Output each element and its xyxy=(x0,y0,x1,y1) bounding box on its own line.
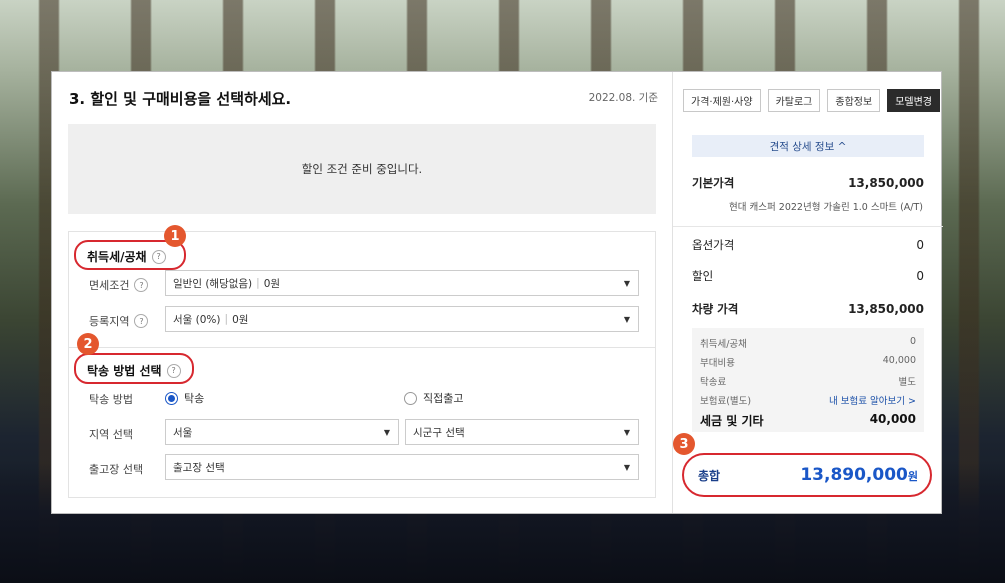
price-basis-date: 2022.08. 기준 xyxy=(588,92,658,104)
area-label: 지역 선택 xyxy=(89,428,133,441)
discount-row: 할인 0 xyxy=(692,269,924,283)
city-select[interactable]: 서울 ▼ xyxy=(165,419,399,445)
radio-unselected-icon xyxy=(404,391,417,405)
caret-down-icon: ▼ xyxy=(623,279,630,288)
vehicle-price-row: 차량 가격 13,850,000 xyxy=(692,302,924,316)
tax-item-row: 탁송료 별도 xyxy=(700,377,916,388)
option-price-row: 옵션가격 0 xyxy=(692,238,924,252)
model-description: 현대 캐스퍼 2022년형 가솔린 1.0 스마트 (A/T) xyxy=(729,202,923,213)
region-label: 등록지역 ? xyxy=(89,313,149,329)
depot-label: 출고장 선택 xyxy=(89,463,144,476)
tab-catalog[interactable]: 카탈로그 xyxy=(767,89,821,112)
total-price-box: 총합 13,890,000원 xyxy=(682,453,932,497)
left-column: 3. 할인 및 구매비용을 선택하세요. 2022.08. 기준 할인 조건 준… xyxy=(52,72,672,513)
total-price-value: 13,890,000 xyxy=(800,465,908,485)
tax-item-row: 보험료(별도) 내 보험료 알아보기 > xyxy=(700,393,916,407)
caret-down-icon: ▼ xyxy=(623,463,630,472)
insurance-link[interactable]: 내 보험료 알아보기 > xyxy=(829,393,916,407)
page-title: 3. 할인 및 구매비용을 선택하세요. xyxy=(69,90,292,108)
right-column: 가격·제원·사양 카탈로그 종합정보 모델변경 견적 상세 정보 ^ 기본가격 … xyxy=(672,72,943,513)
delivery-method-label: 탁송 방법 xyxy=(89,393,133,406)
help-icon[interactable]: ? xyxy=(134,314,149,328)
caret-down-icon: ▼ xyxy=(623,315,630,324)
district-select[interactable]: 시군구 선택 ▼ xyxy=(405,419,639,445)
tab-change-model[interactable]: 모델변경 xyxy=(887,89,940,112)
exemption-label: 면세조건 ? xyxy=(89,277,149,293)
tax-item-row: 부대비용 40,000 xyxy=(700,355,916,369)
discount-notice-text: 할인 조건 준비 중입니다. xyxy=(301,162,423,176)
tab-overview[interactable]: 종합정보 xyxy=(827,89,881,112)
tab-price-spec[interactable]: 가격·제원·사양 xyxy=(683,89,761,112)
caret-down-icon: ▼ xyxy=(383,428,390,437)
divider xyxy=(673,226,943,227)
highlight-oval xyxy=(74,353,194,384)
caret-down-icon: ▼ xyxy=(623,428,630,437)
estimate-detail-toggle[interactable]: 견적 상세 정보 ^ xyxy=(692,135,924,157)
region-select[interactable]: 서울 (0%) | 0원 ▼ xyxy=(165,306,639,332)
base-price-row: 기본가격 13,850,000 xyxy=(692,176,924,190)
depot-select[interactable]: 출고장 선택 ▼ xyxy=(165,454,639,480)
info-tabs: 가격·제원·사양 카탈로그 종합정보 모델변경 xyxy=(683,89,940,112)
tax-item-row: 취득세/공채 0 xyxy=(700,336,916,350)
radio-delivery[interactable]: 탁송 xyxy=(165,390,204,406)
radio-direct-pickup[interactable]: 직접출고 xyxy=(404,390,463,406)
radio-selected-icon xyxy=(165,391,178,405)
tax-total-row: 세금 및 기타 40,000 xyxy=(700,412,916,428)
step-badge: 3 xyxy=(673,433,695,455)
help-icon[interactable]: ? xyxy=(134,278,149,292)
step-badge: 2 xyxy=(77,333,99,355)
tax-breakdown: 취득세/공채 0 부대비용 40,000 탁송료 별도 보험료(별도) 내 보험… xyxy=(692,328,924,432)
exemption-select[interactable]: 일반인 (해당없음) | 0원 ▼ xyxy=(165,270,639,296)
estimate-panel: 3. 할인 및 구매비용을 선택하세요. 2022.08. 기준 할인 조건 준… xyxy=(51,71,943,514)
step-badge: 1 xyxy=(164,225,186,247)
discount-notice: 할인 조건 준비 중입니다. xyxy=(68,124,656,214)
